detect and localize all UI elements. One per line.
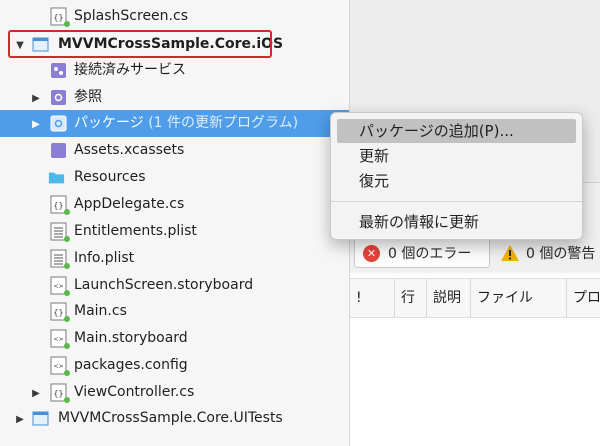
tree-item-references[interactable]: ▶ 参照 bbox=[0, 84, 349, 111]
status-dot bbox=[64, 343, 70, 349]
folder-icon bbox=[48, 172, 65, 184]
warning-count-label: 0 個の警告 bbox=[526, 246, 596, 262]
tree-item-label: AppDelegate.cs bbox=[74, 196, 185, 212]
warning-icon bbox=[501, 245, 519, 261]
svg-text:{}: {} bbox=[53, 389, 63, 398]
column-header-project[interactable]: プロ bbox=[566, 279, 600, 317]
highlight-box bbox=[8, 30, 272, 58]
menu-item-refresh[interactable]: 最新の情報に更新 bbox=[337, 210, 576, 234]
errors-table-header: ! 行 説明 ファイル プロ bbox=[350, 278, 600, 318]
tree-item-viewcontroller[interactable]: ▶ {} ViewController.cs bbox=[0, 379, 349, 406]
tree-item-label: パッケージ (1 件の更新プログラム) bbox=[74, 115, 298, 132]
tree-item-uitests-project[interactable]: ▶ MVVMCrossSample.Core.UITests bbox=[0, 405, 349, 432]
tree-item-info-plist[interactable]: Info.plist bbox=[0, 245, 349, 272]
tree-item-packages-config[interactable]: <> packages.config bbox=[0, 352, 349, 379]
tree-item-label: Main.storyboard bbox=[74, 330, 188, 346]
tree-item-label: Info.plist bbox=[74, 250, 135, 266]
project-icon bbox=[32, 411, 49, 426]
status-dot bbox=[64, 370, 70, 376]
svg-text:{}: {} bbox=[53, 13, 63, 22]
column-header-file[interactable]: ファイル bbox=[470, 279, 566, 317]
tree-item-label: ViewController.cs bbox=[74, 384, 195, 400]
disclosure-collapsed-icon[interactable]: ▶ bbox=[30, 92, 42, 104]
error-count-label: 0 個のエラー bbox=[388, 246, 472, 262]
menu-item-restore[interactable]: 復元 bbox=[337, 169, 576, 193]
menu-separator bbox=[331, 201, 582, 202]
tree-item-entitlements[interactable]: Entitlements.plist bbox=[0, 218, 349, 245]
column-header-line[interactable]: 行 bbox=[394, 279, 426, 317]
connected-services-icon bbox=[51, 63, 66, 78]
error-icon: ✕ bbox=[363, 244, 380, 262]
status-dot bbox=[64, 316, 70, 322]
status-dot bbox=[64, 263, 70, 269]
svg-text:<>: <> bbox=[53, 336, 63, 343]
svg-text:{}: {} bbox=[53, 308, 63, 317]
tree-item-label: 接続済みサービス bbox=[74, 62, 186, 78]
tree-item-appdelegate[interactable]: {} AppDelegate.cs bbox=[0, 191, 349, 218]
menu-item-update[interactable]: 更新 bbox=[337, 144, 576, 168]
status-dot bbox=[64, 209, 70, 215]
svg-text:{}: {} bbox=[53, 201, 63, 210]
asset-catalog-icon bbox=[51, 143, 66, 158]
tree-item-main-storyboard[interactable]: <> Main.storyboard bbox=[0, 325, 349, 352]
status-dot bbox=[64, 236, 70, 242]
context-menu: パッケージの追加(P)... 更新 復元 最新の情報に更新 bbox=[330, 112, 583, 240]
tree-item-label: 参照 bbox=[74, 89, 102, 105]
packages-folder-icon bbox=[50, 115, 67, 132]
tree-item-assets[interactable]: Assets.xcassets bbox=[0, 137, 349, 164]
tree-item-label: SplashScreen.cs bbox=[74, 8, 188, 24]
column-header-description[interactable]: 説明 bbox=[426, 279, 470, 317]
menu-item-add-packages[interactable]: パッケージの追加(P)... bbox=[337, 119, 576, 143]
status-dot bbox=[64, 290, 70, 296]
solution-tree: {} SplashScreen.cs ▼ MVVMCrossSample.Cor… bbox=[0, 0, 350, 446]
tree-item-launchscreen[interactable]: <> LaunchScreen.storyboard bbox=[0, 272, 349, 299]
tree-item-label: Entitlements.plist bbox=[74, 223, 197, 239]
tree-item-label: Resources bbox=[74, 169, 146, 185]
svg-text:<>: <> bbox=[53, 363, 63, 370]
svg-text:<>: <> bbox=[53, 283, 63, 290]
references-folder-icon bbox=[51, 90, 66, 105]
disclosure-collapsed-icon[interactable]: ▶ bbox=[14, 413, 26, 425]
updates-count-label: (1 件の更新プログラム) bbox=[148, 115, 299, 131]
status-dot bbox=[64, 21, 70, 27]
status-dot bbox=[64, 397, 70, 403]
tree-item-main-cs[interactable]: {} Main.cs bbox=[0, 298, 349, 325]
packages-label: パッケージ bbox=[74, 115, 144, 131]
tree-item-resources[interactable]: Resources bbox=[0, 164, 349, 191]
warnings-filter-button[interactable]: 0 個の警告 bbox=[500, 238, 600, 268]
column-header-severity[interactable]: ! bbox=[350, 279, 394, 317]
tree-item-label: Main.cs bbox=[74, 303, 127, 319]
tree-item-label: Assets.xcassets bbox=[74, 142, 185, 158]
disclosure-collapsed-icon[interactable]: ▶ bbox=[30, 387, 42, 399]
errors-filter-button[interactable]: ✕ 0 個のエラー bbox=[354, 238, 490, 268]
tree-item-label: LaunchScreen.storyboard bbox=[74, 277, 254, 293]
tree-item-label: MVVMCrossSample.Core.UITests bbox=[58, 410, 283, 426]
tree-item-connected-services[interactable]: 接続済みサービス bbox=[0, 57, 349, 84]
tree-item-label: packages.config bbox=[74, 357, 188, 373]
disclosure-collapsed-icon[interactable]: ▶ bbox=[30, 118, 42, 130]
tree-item-packages[interactable]: ▶ パッケージ (1 件の更新プログラム) bbox=[0, 110, 349, 137]
tree-item-splashscreen[interactable]: {} SplashScreen.cs bbox=[0, 3, 349, 30]
